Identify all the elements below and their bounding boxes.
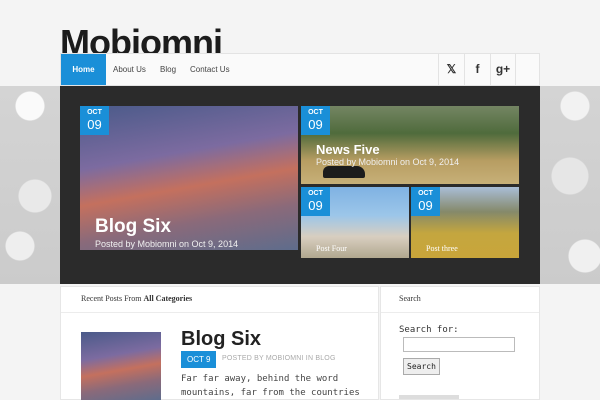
slide-meta: Posted by Mobiomni on Oct 9, 2014	[95, 239, 239, 249]
slide-title[interactable]: Blog Six	[95, 216, 171, 238]
nav-home[interactable]: Home	[61, 54, 106, 85]
slide-title[interactable]: Post three	[426, 244, 458, 253]
date-badge: OCT 09	[301, 187, 330, 216]
google-plus-icon[interactable]: g+	[490, 54, 516, 85]
date-month: OCT	[87, 109, 102, 116]
post-title[interactable]: Blog Six	[181, 328, 261, 351]
date-day: 09	[418, 198, 433, 213]
slide-top-right[interactable]: OCT 09 News Five Posted by Mobiomni on O…	[301, 106, 519, 184]
nav-blog[interactable]: Blog	[160, 54, 176, 85]
recent-posts-panel: Recent Posts From All Categories Blog Si…	[60, 286, 379, 400]
search-button[interactable]: Search	[403, 358, 440, 375]
sidebar-heading: Search	[381, 287, 539, 313]
slide-bottom-right[interactable]: OCT 09 Post three	[411, 187, 519, 258]
slide-main[interactable]: OCT 09 Blog Six Posted by Mobiomni on Oc…	[80, 106, 298, 250]
twitter-icon[interactable]: 𝕏	[438, 54, 464, 85]
recent-heading-prefix: Recent Posts From	[81, 294, 144, 303]
slide-title[interactable]: Post Four	[316, 244, 347, 253]
recent-posts-heading: Recent Posts From All Categories	[61, 287, 378, 313]
date-badge: OCT 09	[80, 106, 109, 135]
next-widget-heading	[399, 395, 459, 399]
date-month: OCT	[308, 190, 323, 197]
slide-title[interactable]: News Five	[316, 142, 380, 157]
date-month: OCT	[308, 109, 323, 116]
search-input[interactable]	[403, 337, 515, 352]
date-day: 09	[87, 117, 102, 132]
recent-heading-category: All Categories	[143, 294, 193, 303]
date-day: 09	[308, 198, 323, 213]
date-day: 09	[308, 117, 323, 132]
car-shape	[323, 166, 365, 178]
nav-contact-us[interactable]: Contact Us	[190, 54, 230, 85]
sidebar-search-widget: Search Search for: Search	[380, 286, 540, 400]
search-label: Search for:	[399, 325, 459, 335]
date-badge: OCT 09	[301, 106, 330, 135]
date-month: OCT	[418, 190, 433, 197]
post-meta: POSTED BY MOBIOMNI IN BLOG	[222, 355, 336, 362]
date-badge: OCT 09	[411, 187, 440, 216]
post-excerpt: Far far away, behind the word mountains,…	[181, 374, 360, 398]
post-thumbnail[interactable]	[81, 332, 161, 400]
slide-meta: Posted by Mobiomni on Oct 9, 2014	[316, 157, 460, 167]
slide-bottom-left[interactable]: OCT 09 Post Four	[301, 187, 409, 258]
main-nav: Home About Us Blog Contact Us 𝕏 f g+	[60, 53, 540, 86]
post-date-badge: OCT 9	[181, 351, 217, 368]
facebook-icon[interactable]: f	[464, 54, 490, 85]
nav-about-us[interactable]: About Us	[113, 54, 146, 85]
